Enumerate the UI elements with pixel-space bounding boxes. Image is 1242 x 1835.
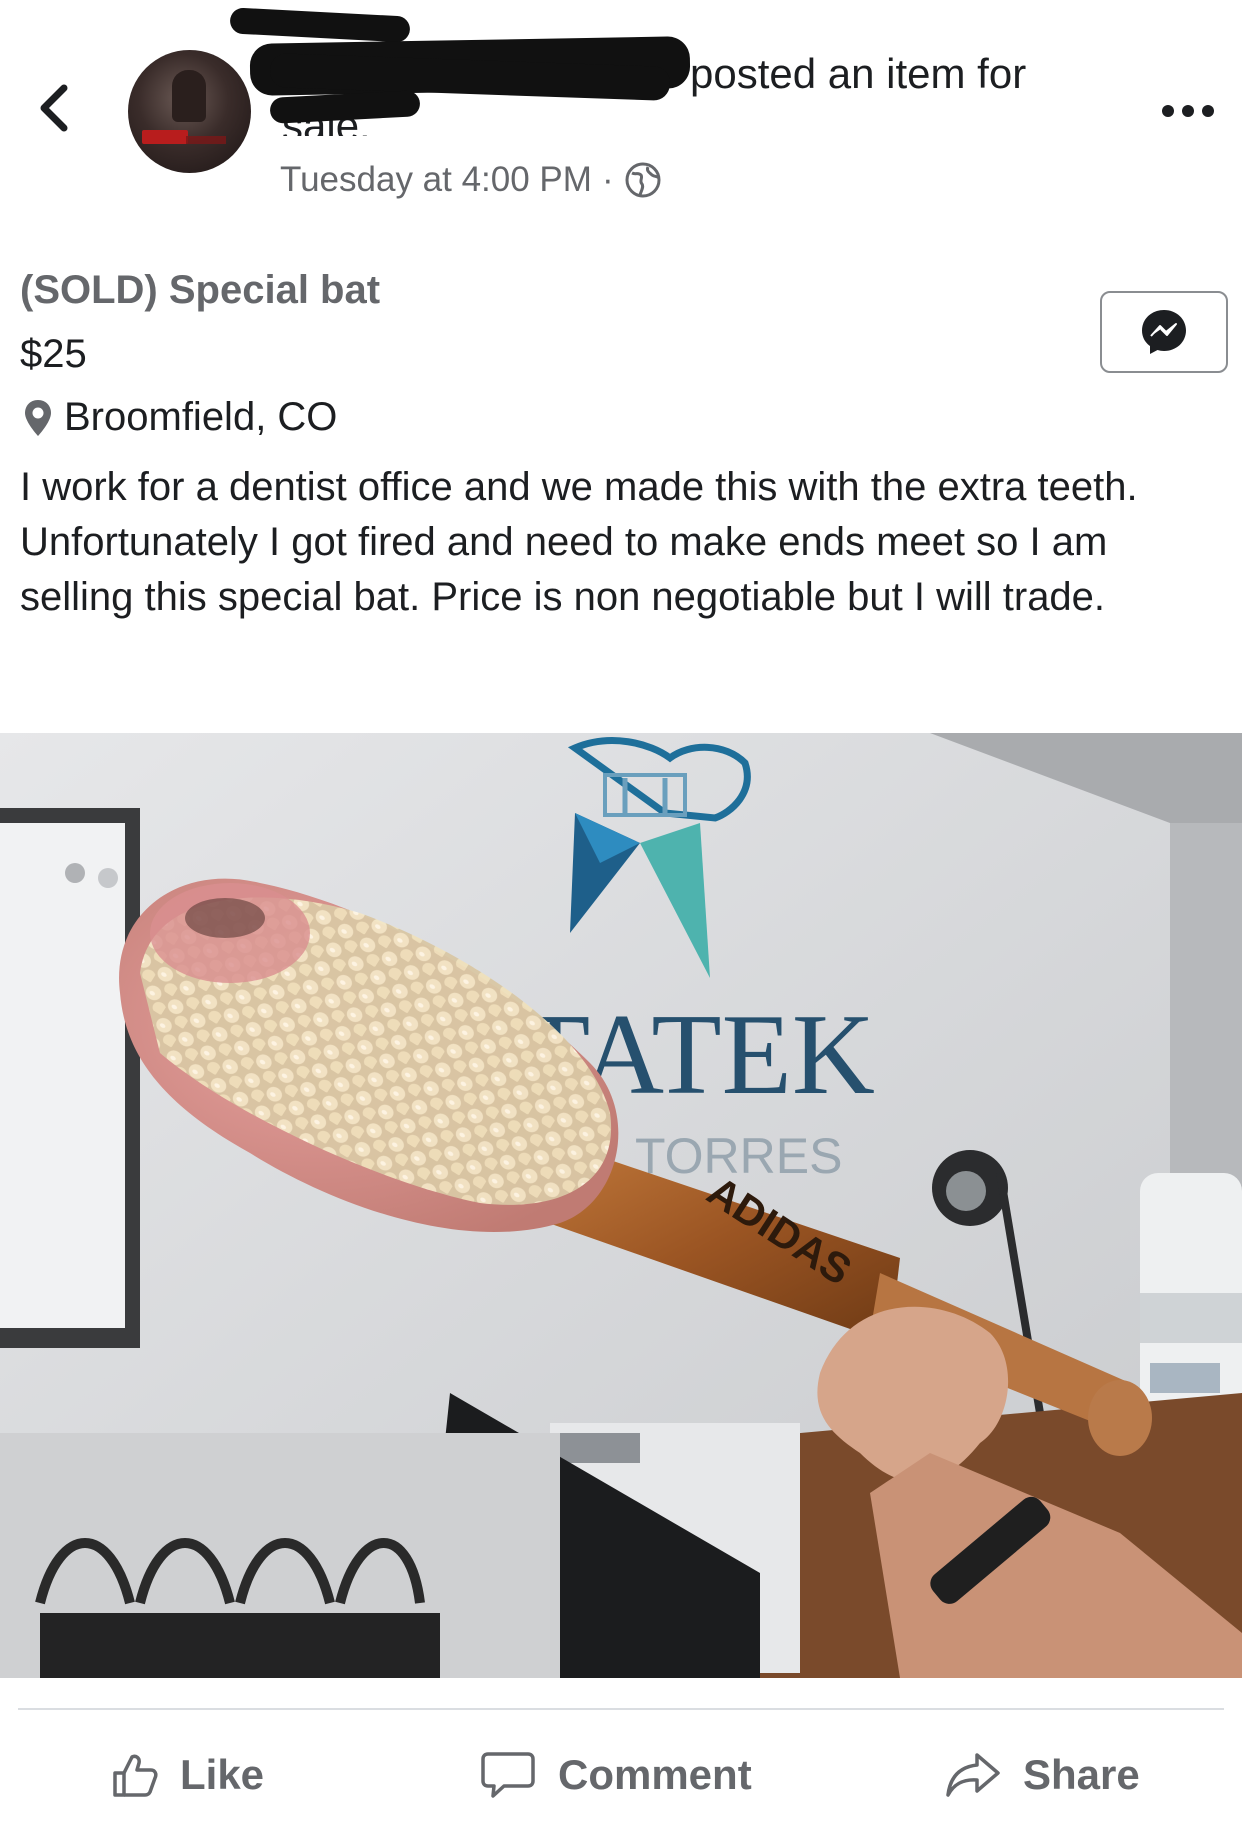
redaction-mark — [269, 90, 421, 124]
post-timestamp[interactable]: Tuesday at 4:00 PM — [280, 160, 592, 200]
comment-bubble-icon — [481, 1752, 535, 1798]
photo-scene: TATEK TORRES ADIDAS — [0, 733, 1242, 1678]
location-label: Broomfield, CO — [64, 395, 338, 439]
message-seller-button[interactable] — [1100, 291, 1228, 373]
like-label: Like — [180, 1751, 265, 1798]
share-arrow-icon — [946, 1753, 1000, 1797]
avatar-figure — [172, 70, 206, 122]
more-dots-icon — [1162, 105, 1214, 117]
whiteboard — [0, 808, 140, 1348]
avatar-badge — [142, 130, 188, 144]
messenger-icon — [1142, 310, 1186, 354]
more-options-button[interactable] — [1158, 96, 1218, 126]
listing-photo[interactable]: TATEK TORRES ADIDAS — [0, 733, 1242, 1678]
share-button[interactable]: Share — [945, 1735, 1140, 1815]
listing-description: I work for a dentist office and we made … — [20, 465, 1138, 619]
listing-location: Broomfield, CO — [22, 395, 337, 440]
thumbs-up-icon — [113, 1754, 158, 1797]
comment-label: Comment — [558, 1751, 752, 1798]
listing-price: $25 — [20, 332, 87, 376]
map-pin-icon — [25, 399, 51, 436]
chevron-left-icon — [40, 84, 68, 132]
back-button[interactable] — [30, 78, 80, 138]
post-meta: Tuesday at 4:00 PM · — [280, 160, 662, 200]
meta-separator: · — [601, 160, 614, 199]
share-label: Share — [1023, 1751, 1140, 1798]
comment-button[interactable]: Comment — [480, 1735, 752, 1815]
listing-title: (SOLD) Special bat — [20, 268, 381, 312]
actions-divider — [18, 1708, 1224, 1710]
redaction-mark — [229, 7, 411, 43]
post-action-text: posted an item for — [690, 50, 1027, 97]
globe-icon — [625, 162, 661, 198]
avatar[interactable] — [128, 50, 251, 173]
avatar-tag — [186, 136, 226, 144]
like-button[interactable]: Like — [110, 1735, 264, 1815]
